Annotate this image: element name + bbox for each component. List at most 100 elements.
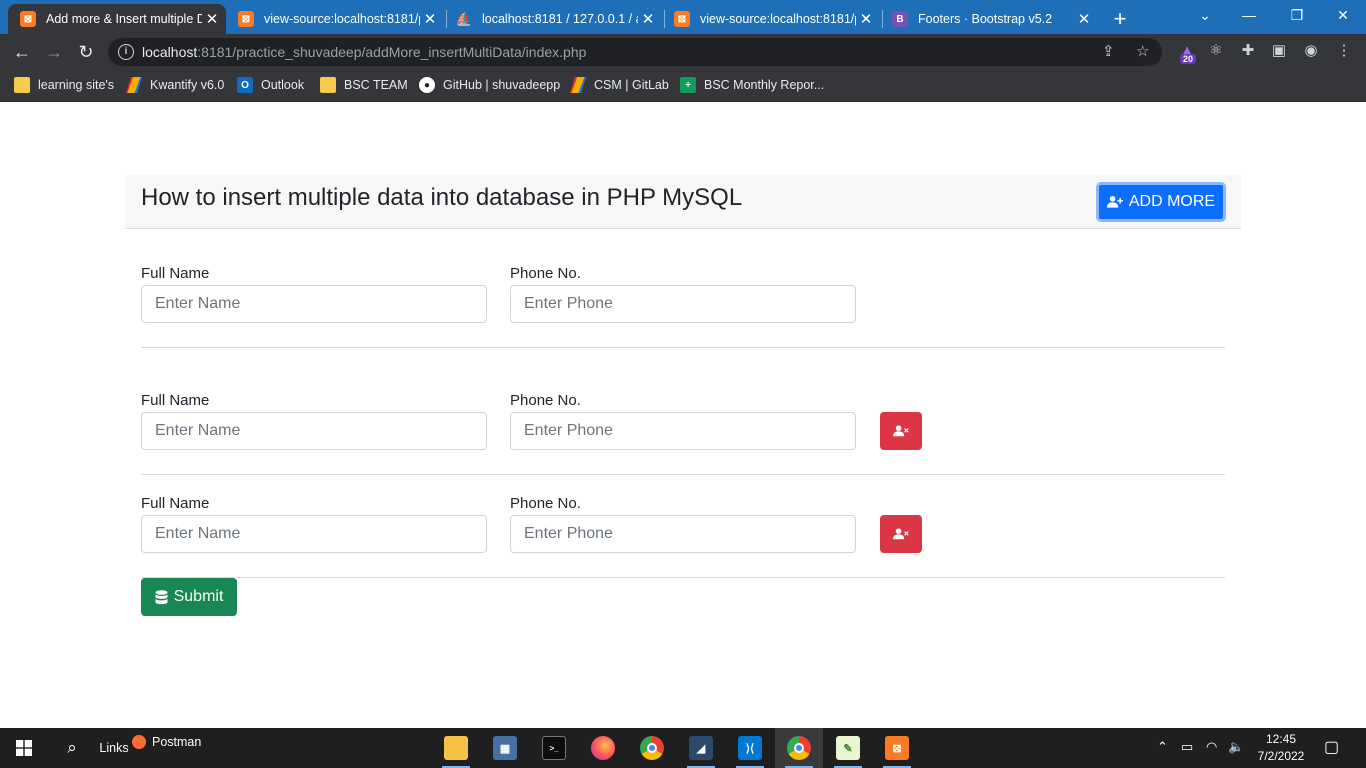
share-icon[interactable]: ⇪: [1102, 42, 1115, 60]
links-toolbar[interactable]: Links: [96, 728, 132, 768]
clock-time: 12:45: [1265, 732, 1297, 746]
clock-date: 7/2/2022: [1257, 749, 1305, 763]
back-icon[interactable]: ←: [10, 40, 34, 64]
full-name-input[interactable]: [141, 285, 487, 323]
phone-input[interactable]: [510, 412, 856, 450]
tab-title: view-source:localhost:8181/p: [700, 12, 856, 26]
tab-title: view-source:localhost:8181/p: [264, 12, 420, 26]
notifications-icon[interactable]: ▢: [1324, 737, 1339, 757]
chrome-icon: [640, 736, 664, 760]
close-icon[interactable]: ✕: [856, 10, 876, 28]
battery-icon[interactable]: ▭: [1181, 739, 1193, 755]
phone-input[interactable]: [510, 285, 856, 323]
react-devtools-icon[interactable]: ⚛: [1205, 40, 1227, 62]
outlook-icon: O: [237, 77, 253, 93]
site-info-icon[interactable]: i: [118, 44, 134, 60]
bookmark-outlook[interactable]: O Outlook: [237, 77, 304, 93]
remove-row-button[interactable]: [880, 412, 922, 450]
user-remove-icon: [893, 528, 909, 540]
submit-label: Submit: [173, 588, 224, 605]
browser-tab-4[interactable]: ⊠ view-source:localhost:8181/p ✕: [662, 4, 880, 34]
tab-search-icon[interactable]: ⌄: [1182, 4, 1228, 26]
tab-title: Footers · Bootstrap v5.2: [918, 12, 1053, 26]
add-more-label: ADD MORE: [1128, 193, 1216, 210]
submit-button[interactable]: Submit: [141, 578, 237, 616]
remove-row-button[interactable]: [880, 515, 922, 553]
tab-title: Add more & Insert multiple D: [46, 12, 202, 26]
xampp-icon: ⊠: [20, 11, 36, 27]
start-button[interactable]: [0, 728, 48, 768]
bookmark-bsc-team[interactable]: BSC TEAM: [320, 77, 408, 93]
xampp-icon: ⊠: [885, 736, 909, 760]
taskbar-vscode[interactable]: ⟩⟨: [726, 728, 774, 768]
bookmark-learning-sites[interactable]: learning site's: [14, 77, 114, 93]
firefox-icon: [591, 736, 615, 760]
restore-icon[interactable]: ❐: [1274, 4, 1320, 26]
windows-taskbar: ⌕ Links Postman ▦ >_ ◢ ⟩⟨ ✎ ⊠ ⌃ ▭ ◠ 🔈 12…: [0, 728, 1366, 768]
taskbar-file-explorer[interactable]: [432, 728, 480, 768]
profile-avatar[interactable]: ◉: [1300, 40, 1322, 62]
bookmark-kwantify[interactable]: Kwantify v6.0: [126, 77, 224, 93]
browser-toolbar: ← → ↻ i localhost:8181/practice_shuvadee…: [0, 34, 1366, 70]
browser-tab-2[interactable]: ⊠ view-source:localhost:8181/p ✕: [226, 4, 444, 34]
vscode-icon: ⟩⟨: [738, 736, 762, 760]
address-bar[interactable]: i localhost:8181/practice_shuvadeep/addM…: [108, 38, 1162, 66]
browser-tab-strip: ⊠ Add more & Insert multiple D ✕ ⊠ view-…: [0, 0, 1366, 34]
taskbar-chrome-active[interactable]: [775, 728, 823, 768]
taskbar-notepad-plus[interactable]: ✎: [824, 728, 872, 768]
minimize-icon[interactable]: —: [1226, 4, 1272, 26]
new-tab-button[interactable]: +: [1108, 6, 1132, 32]
taskbar-firefox[interactable]: [579, 728, 627, 768]
reload-icon[interactable]: ↻: [74, 40, 98, 64]
phpmyadmin-icon: ⛵: [455, 11, 473, 26]
url-text[interactable]: localhost:8181/practice_shuvadeep/addMor…: [142, 44, 586, 60]
calculator-icon: ▦: [493, 736, 517, 760]
close-icon[interactable]: ✕: [202, 10, 222, 28]
bookmark-label: CSM | GitLab: [594, 78, 669, 92]
system-clock[interactable]: 12:45 7/2/2022: [1252, 731, 1310, 765]
tray-overflow-icon[interactable]: ⌃: [1157, 739, 1168, 755]
bookmark-star-icon[interactable]: ☆: [1136, 42, 1149, 60]
forward-icon[interactable]: →: [42, 40, 66, 64]
menu-kebab-icon[interactable]: ⋮: [1333, 40, 1355, 62]
gitlab-icon: [570, 77, 586, 93]
close-icon[interactable]: ✕: [1074, 10, 1094, 28]
phone-input[interactable]: [510, 515, 856, 553]
phone-label: Phone No.: [510, 265, 581, 282]
add-more-button[interactable]: ADD MORE: [1096, 182, 1226, 222]
taskbar-xampp[interactable]: ⊠: [873, 728, 921, 768]
browser-tab-1[interactable]: ⊠ Add more & Insert multiple D ✕: [8, 4, 226, 34]
mysql-workbench-icon: ◢: [689, 736, 713, 760]
postman-label: Postman: [152, 735, 202, 749]
tab-title: localhost:8181 / 127.0.0.1 / a: [482, 12, 638, 26]
window-close-icon[interactable]: ✕: [1320, 4, 1366, 26]
bookmark-bsc-monthly[interactable]: + BSC Monthly Repor...: [680, 77, 824, 93]
full-name-input[interactable]: [141, 515, 487, 553]
kwantify-icon: [126, 77, 142, 93]
taskbar-terminal[interactable]: >_: [530, 728, 578, 768]
browser-tab-5[interactable]: B Footers · Bootstrap v5.2 ✕: [880, 4, 1098, 34]
search-icon[interactable]: ⌕: [52, 728, 92, 768]
xampp-icon: ⊠: [238, 11, 254, 27]
browser-tab-3[interactable]: ⛵ localhost:8181 / 127.0.0.1 / a ✕: [444, 4, 662, 34]
wifi-icon[interactable]: ◠: [1206, 739, 1217, 755]
user-plus-icon: [1106, 196, 1123, 208]
full-name-label: Full Name: [141, 495, 210, 512]
taskbar-mysql-workbench[interactable]: ◢: [677, 728, 725, 768]
terminal-icon: >_: [542, 736, 566, 760]
bookmark-github[interactable]: ● GitHub | shuvadeepp: [419, 77, 560, 93]
page-content: How to insert multiple data into databas…: [0, 103, 1366, 728]
volume-mute-icon[interactable]: 🔈: [1228, 739, 1244, 755]
row-divider: [141, 577, 1225, 578]
bookmark-gitlab[interactable]: CSM | GitLab: [570, 77, 669, 93]
taskbar-calculator[interactable]: ▦: [481, 728, 529, 768]
close-icon[interactable]: ✕: [638, 10, 658, 28]
full-name-input[interactable]: [141, 412, 487, 450]
postman-icon: [132, 735, 146, 749]
side-panel-icon[interactable]: ▣: [1268, 40, 1290, 62]
extensions-puzzle-icon[interactable]: ✚: [1237, 40, 1259, 62]
taskbar-chrome[interactable]: [628, 728, 676, 768]
folder-icon: [320, 77, 336, 93]
close-icon[interactable]: ✕: [420, 10, 440, 28]
postman-toolbar[interactable]: Postman: [132, 728, 206, 768]
